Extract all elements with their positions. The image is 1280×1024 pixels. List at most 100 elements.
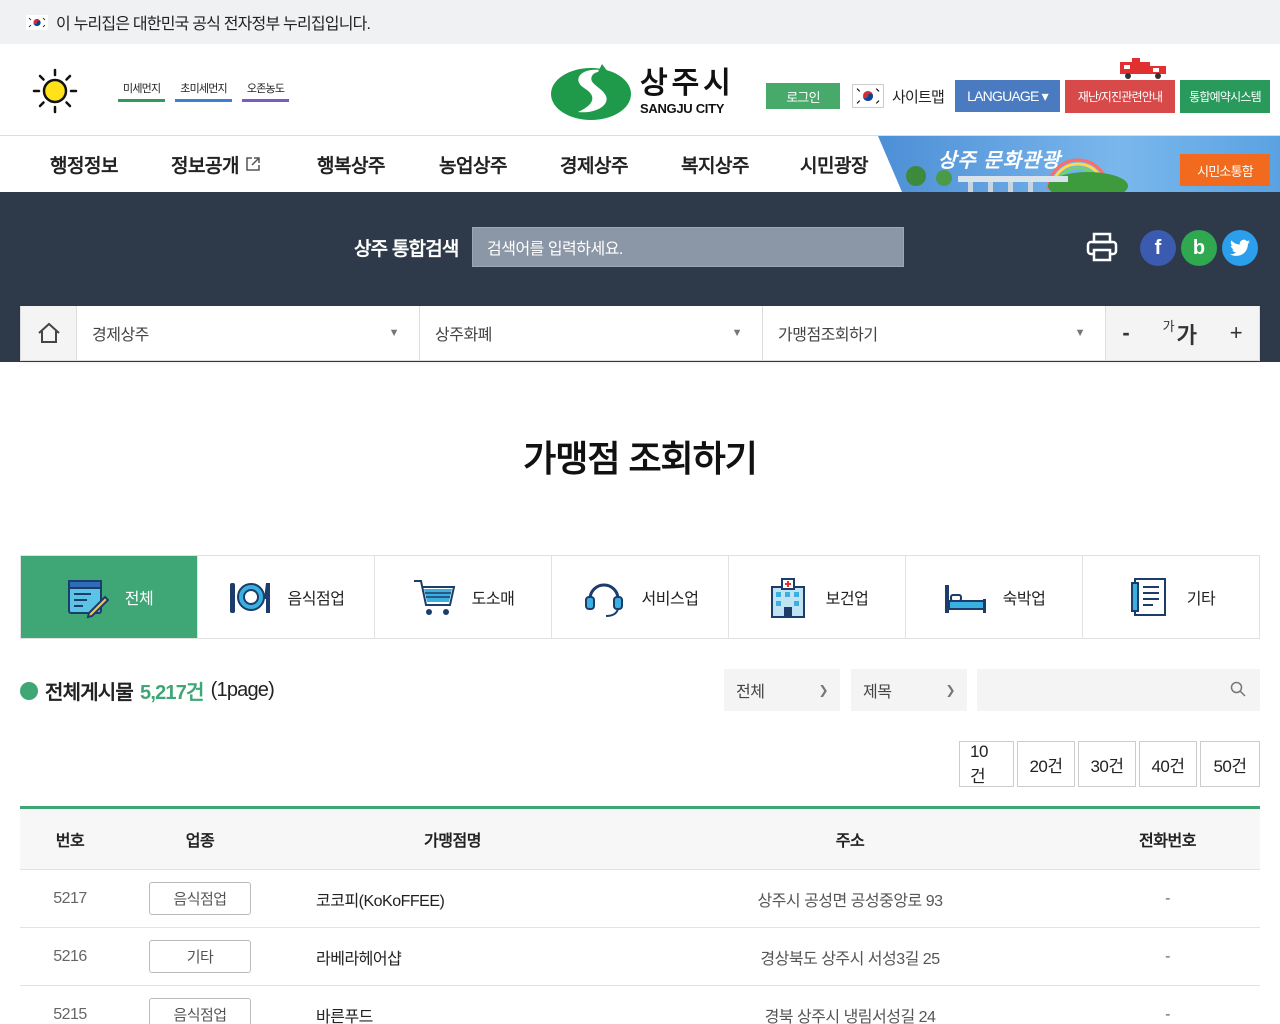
- print-icon[interactable]: [1086, 232, 1118, 262]
- row-phone: -: [1165, 889, 1170, 907]
- font-size-indicator: 가가: [1163, 316, 1197, 350]
- header-type: 업종: [185, 833, 215, 850]
- sangju-logo-icon: [551, 64, 631, 120]
- font-increase-button[interactable]: +: [1230, 320, 1243, 346]
- sitemap-link[interactable]: 사이트맵: [852, 84, 945, 108]
- document-icon: [1130, 578, 1166, 616]
- disaster-info-button[interactable]: 재난/지진관련안내: [1065, 80, 1175, 113]
- breadcrumb-select-depth2[interactable]: 상주화폐 ▼: [420, 306, 763, 360]
- row-merchant-name[interactable]: 코코피(KoKoFFEE): [280, 887, 625, 911]
- nav-economy[interactable]: 경제상주: [560, 151, 628, 178]
- ozone-indicator[interactable]: 오존농도: [241, 80, 290, 102]
- total-count: 5,217건: [140, 682, 204, 704]
- tab-retail[interactable]: 도소매: [375, 556, 552, 638]
- row-address: 상주시 공성면 공성중앙로 93: [757, 892, 943, 910]
- sitemap-label: 사이트맵: [892, 88, 945, 106]
- header-number: 번호: [55, 833, 85, 850]
- restaurant-icon: [229, 583, 270, 613]
- breadcrumb-select-depth1[interactable]: 경제상주 ▼: [77, 306, 420, 360]
- per-page-10[interactable]: 10건: [959, 741, 1014, 787]
- nav-happy-sangju[interactable]: 행복상주: [317, 151, 385, 178]
- search-icon[interactable]: [1230, 681, 1246, 697]
- tab-lodging[interactable]: 숙박업: [906, 556, 1083, 638]
- nav-agriculture[interactable]: 농업상주: [439, 151, 507, 178]
- row-type-tag: 음식점업: [149, 882, 251, 915]
- main-navigation: 행정정보 정보공개 행복상주 농업상주 경제상주 복지상주 시민광장 상주 문화…: [0, 136, 1280, 192]
- language-select[interactable]: LANGUAGE ▾: [955, 80, 1060, 112]
- row-merchant-name[interactable]: 바른푸드: [280, 1003, 625, 1024]
- login-button[interactable]: 로그인: [766, 83, 840, 109]
- air-quality-indicators: 미세먼지 초미세먼지 오존농도: [118, 80, 290, 102]
- result-summary: 전체게시물 5,217건 (1page): [20, 676, 275, 705]
- table-row[interactable]: 5217 음식점업 코코피(KoKoFFEE) 상주시 공성면 공성중앙로 93…: [20, 870, 1260, 928]
- row-number: 5217: [53, 889, 87, 907]
- breadcrumb-select-depth3[interactable]: 가맹점조회하기 ▼: [763, 306, 1106, 360]
- breadcrumb-depth3-label: 가맹점조회하기: [778, 327, 878, 344]
- font-decrease-button[interactable]: -: [1122, 320, 1129, 346]
- tab-etc[interactable]: 기타: [1083, 556, 1259, 638]
- fine-dust-indicator[interactable]: 미세먼지: [118, 80, 166, 102]
- hospital-icon: [770, 578, 805, 618]
- per-page-50[interactable]: 50건: [1200, 741, 1260, 787]
- scope-select[interactable]: 전체 ❯: [724, 669, 840, 711]
- headset-icon: [584, 583, 623, 617]
- font-size-control: - 가가 +: [1106, 306, 1259, 360]
- tab-health[interactable]: 보건업: [729, 556, 906, 638]
- header-name: 가맹점명: [424, 833, 481, 850]
- sun-weather-icon[interactable]: [32, 68, 78, 114]
- citizen-communication-button[interactable]: 시민소통함: [1180, 154, 1270, 186]
- nav-admin-info[interactable]: 행정정보: [50, 151, 118, 178]
- row-address: 경상북도 상주시 서성3길 25: [760, 950, 940, 968]
- nav-info-disclosure[interactable]: 정보공개: [171, 151, 239, 178]
- search-input[interactable]: 검색어를 입력하세요.: [472, 227, 904, 267]
- dropdown-arrow-icon: ▼: [731, 327, 743, 339]
- blog-icon[interactable]: b: [1181, 230, 1217, 266]
- header-address: 주소: [835, 833, 865, 850]
- chevron-down-icon: ❯: [818, 683, 828, 697]
- page-indicator: (1page): [210, 679, 275, 701]
- sangju-logo[interactable]: 상주시 SANGJU CITY: [550, 62, 735, 122]
- site-header: 미세먼지 초미세먼지 오존농도 상주시 SANGJU CITY 로그인 사이트맵…: [0, 44, 1280, 136]
- home-icon: [37, 322, 60, 343]
- tab-service[interactable]: 서비스업: [552, 556, 729, 638]
- tab-restaurant[interactable]: 음식점업: [198, 556, 375, 638]
- breadcrumb-depth2-label: 상주화폐: [435, 327, 492, 344]
- facebook-icon[interactable]: f: [1140, 230, 1176, 266]
- tab-retail-label: 도소매: [471, 591, 515, 608]
- korea-flag-icon: [852, 84, 884, 108]
- row-phone: -: [1165, 947, 1170, 965]
- per-page-40[interactable]: 40건: [1139, 741, 1197, 787]
- table-row[interactable]: 5216 기타 라베라헤어샵 경상북도 상주시 서성3길 25 -: [20, 928, 1260, 986]
- per-page-30[interactable]: 30건: [1078, 741, 1136, 787]
- ultrafine-dust-indicator[interactable]: 초미세먼지: [175, 80, 232, 102]
- font-large-label: 가: [1176, 323, 1197, 348]
- dropdown-arrow-icon: ▼: [388, 327, 400, 339]
- table-row[interactable]: 5215 음식점업 바른푸드 경북 상주시 냉림서성길 24 -: [20, 986, 1260, 1024]
- row-type-cell: 음식점업: [120, 882, 280, 915]
- culture-tourism-banner[interactable]: 상주 문화관광 시민소통함: [878, 136, 1280, 192]
- reservation-system-button[interactable]: 통합예약시스템: [1180, 80, 1270, 113]
- row-merchant-name[interactable]: 라베라헤어샵: [280, 945, 625, 969]
- per-page-20[interactable]: 20건: [1017, 741, 1075, 787]
- summary-bullet-icon: [20, 681, 38, 700]
- logo-english-text: SANGJU CITY: [640, 100, 725, 116]
- row-number: 5215: [53, 1005, 87, 1023]
- cart-icon: [413, 580, 455, 615]
- tab-all-label: 전체: [124, 591, 154, 608]
- tab-etc-label: 기타: [1186, 591, 1216, 608]
- breadcrumb-depth1-label: 경제상주: [92, 327, 149, 344]
- gov-notice-bar: 이 누리집은 대한민국 공식 전자정부 누리집입니다.: [0, 0, 1280, 44]
- home-button[interactable]: [21, 306, 77, 360]
- search-label: 상주 통합검색: [354, 239, 459, 260]
- nav-welfare[interactable]: 복지상주: [681, 151, 749, 178]
- row-type-tag: 음식점업: [149, 998, 251, 1024]
- tab-all[interactable]: 전체: [21, 556, 198, 638]
- board-write-icon: [67, 580, 109, 619]
- row-phone: -: [1165, 1005, 1170, 1023]
- twitter-icon[interactable]: [1222, 230, 1258, 266]
- nav-citizen-plaza[interactable]: 시민광장: [800, 151, 868, 178]
- board-search-input[interactable]: [977, 669, 1260, 711]
- field-select[interactable]: 제목 ❯: [851, 669, 967, 711]
- bed-icon: [944, 585, 986, 613]
- table-header-row: 번호 업종 가맹점명 주소 전화번호: [20, 809, 1260, 870]
